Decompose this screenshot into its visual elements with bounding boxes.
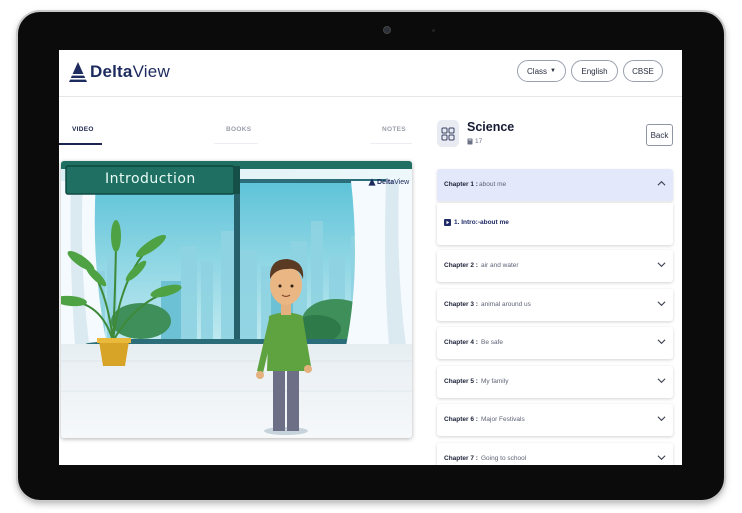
chevron-down-icon [657,455,666,461]
chapter-title: My family [481,378,509,385]
subject-count: 17 [475,138,483,145]
grid-apps-icon [437,120,459,147]
chapter-title: Going to school [481,455,527,462]
lesson-item[interactable]: 1. Intro:-about me [444,219,509,226]
chevron-down-icon [657,339,666,345]
lesson-label: 1. Intro:-about me [454,219,509,226]
chapter-title: about me [479,181,507,188]
delta-logo-icon [69,62,87,82]
class-dropdown-label: Class [527,66,548,76]
sensor-icon [432,29,435,32]
chapter-number: Chapter 7 : [444,455,478,462]
chapter-number: Chapter 4 : [444,339,478,346]
subject-meta: 17 [467,138,482,145]
tab-video[interactable]: VIDEO [72,126,94,133]
language-button[interactable]: English [571,60,618,82]
top-header: DeltaView Class ▼ English CBSE [59,50,682,97]
board-button[interactable]: CBSE [623,60,663,82]
chapter-item[interactable]: Chapter 2 : air and water [437,250,673,282]
chapter-title: air and water [481,262,519,269]
chevron-down-icon [657,378,666,384]
chapter-item[interactable]: Chapter 1 : about me [437,169,673,201]
chevron-down-icon [657,416,666,422]
language-label: English [581,66,608,76]
chapter-item[interactable]: Chapter 4 : Be safe [437,327,673,359]
chapter-lessons: 1. Intro:-about me [437,203,673,245]
tab-divider [214,143,258,144]
chevron-down-icon [657,301,666,307]
content-tabs: VIDEO BOOKS NOTES [59,120,412,146]
active-tab-indicator [59,143,102,145]
chapter-number: Chapter 1 : [444,181,478,188]
chapter-number: Chapter 3 : [444,301,478,308]
video-watermark: Delta View [368,178,409,186]
chapter-item[interactable]: Chapter 5 : My family [437,366,673,398]
video-file-icon [444,219,451,226]
chapter-title: animal around us [481,301,531,308]
camera-icon [383,26,391,34]
chapter-title: Be safe [481,339,504,346]
tab-books[interactable]: BOOKS [226,126,251,133]
logo-text: DeltaView [90,62,170,81]
back-button[interactable]: Back [646,124,673,146]
chapter-title: Major Festivals [481,416,525,423]
board-label: CBSE [632,66,654,76]
delta-logo-icon [368,178,376,186]
tab-notes[interactable]: NOTES [382,126,406,133]
video-frame-illustration [61,161,412,438]
deltaview-logo[interactable]: DeltaView [68,61,170,83]
chevron-down-icon [657,262,666,268]
video-player[interactable]: Introduction Delta View [61,161,412,438]
book-icon [467,138,473,145]
chapter-item[interactable]: Chapter 7 : Going to school [437,443,673,465]
tab-divider [370,143,412,144]
subject-title: Science [467,120,515,134]
chapter-number: Chapter 2 : [444,262,478,269]
class-dropdown[interactable]: Class ▼ [517,60,566,82]
chevron-up-icon [657,180,666,186]
video-banner-text: Introduction [105,171,196,187]
chapter-number: Chapter 5 : [444,378,478,385]
chapter-item[interactable]: Chapter 6 : Major Festivals [437,404,673,436]
chapter-item[interactable]: Chapter 3 : animal around us [437,289,673,321]
chevron-down-icon: ▼ [550,68,556,74]
app-screen: DeltaView Class ▼ English CBSE VIDEO BOO… [59,50,682,465]
chapter-number: Chapter 6 : [444,416,478,423]
